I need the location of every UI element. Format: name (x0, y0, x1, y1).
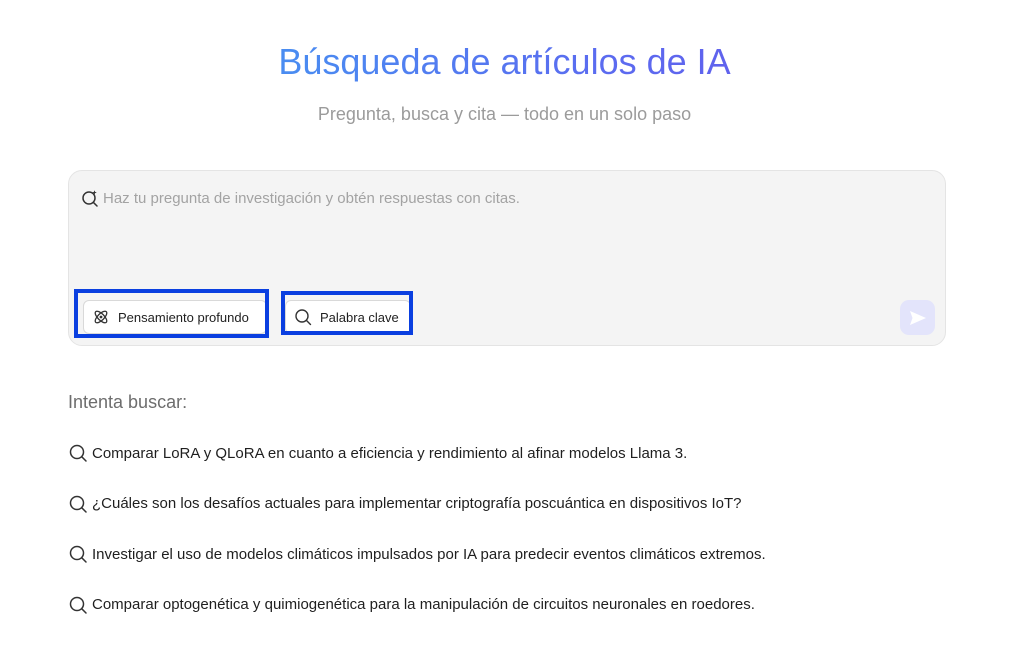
send-button[interactable] (900, 300, 935, 335)
keyword-button[interactable]: Palabra clave (285, 300, 411, 334)
suggestion-item[interactable]: Comparar LoRA y QLoRA en cuanto a eficie… (68, 441, 968, 465)
suggestion-item[interactable]: Investigar el uso de modelos climáticos … (68, 542, 968, 566)
page-subtitle: Pregunta, busca y cita — todo en un solo… (317, 104, 692, 124)
suggestion-text: ¿Cuáles son los desafíos actuales para i… (92, 495, 742, 512)
search-box[interactable]: Pensamiento profundo Palabra clave (68, 170, 946, 346)
suggestions-heading: Intenta buscar: (68, 392, 188, 412)
suggestion-text: Comparar LoRA y QLoRA en cuanto a eficie… (92, 444, 688, 462)
deep-thinking-button[interactable]: Pensamiento profundo (83, 300, 267, 334)
suggestion-text: Investigar el uso de modelos climáticos … (92, 545, 766, 563)
suggestion-item[interactable]: Comparar optogenética y quimiogenética p… (68, 593, 968, 617)
search-icon (69, 545, 87, 563)
search-icon (69, 444, 87, 462)
sparkle-search-icon (82, 190, 98, 207)
suggestion-item[interactable]: ¿Cuáles son los desafíos actuales para i… (68, 492, 968, 516)
search-icon (295, 309, 312, 326)
suggestion-text: Comparar optogenética y quimiogenética p… (92, 596, 755, 613)
page-title: Búsqueda de artículos de IA (0, 40, 1009, 84)
search-icon (69, 495, 87, 513)
deep-thinking-label: Pensamiento profundo (118, 309, 249, 325)
atom-icon (94, 310, 108, 324)
search-input[interactable] (103, 185, 923, 211)
send-icon (909, 310, 926, 325)
search-icon (69, 596, 87, 614)
keyword-label: Palabra clave (320, 309, 399, 325)
suggestion-list: Comparar LoRA y QLoRA en cuanto a eficie… (68, 441, 968, 643)
